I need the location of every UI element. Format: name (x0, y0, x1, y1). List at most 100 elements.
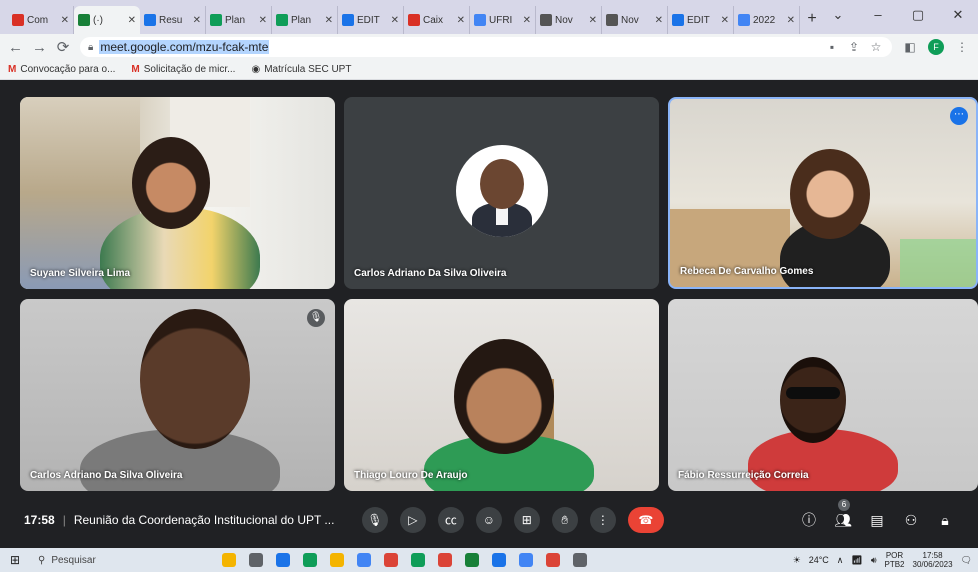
tab-close-icon[interactable]: ✕ (391, 15, 399, 26)
taskbar-app-icon[interactable] (303, 553, 317, 567)
browser-tab[interactable]: Plan ✕ (272, 6, 338, 34)
tab-close-icon[interactable]: ✕ (259, 15, 267, 26)
browser-tab[interactable]: Caix ✕ (404, 6, 470, 34)
taskbar-app-icon[interactable] (492, 553, 506, 567)
forward-arrow-icon[interactable]: → (32, 39, 47, 56)
taskbar-app-icon[interactable] (222, 553, 236, 567)
tab-close-icon[interactable]: ✕ (128, 15, 136, 26)
browser-tab[interactable]: (·) ✕ (74, 6, 140, 34)
maximize-button[interactable]: ▢ (898, 0, 938, 30)
microphone-button[interactable]: 🎙︎ (361, 507, 388, 533)
tab-close-icon[interactable]: ✕ (589, 15, 597, 26)
participant-avatar (456, 145, 548, 237)
taskbar-search[interactable]: ⚲ Pesquisar (32, 550, 182, 570)
windows-taskbar: ⊞ ⚲ Pesquisar ☀ 24°C ∧ 📶︎ 🔊︎ POR PTB2 17… (0, 548, 978, 572)
taskbar-app-icon[interactable] (546, 553, 560, 567)
tab-close-icon[interactable]: ✕ (61, 15, 69, 26)
taskbar-app-icon[interactable] (465, 553, 479, 567)
taskbar-clock[interactable]: 17:58 30/06/2023 (913, 551, 953, 569)
more-options-icon[interactable]: ⋯ (950, 107, 968, 125)
tab-close-icon[interactable]: ✕ (325, 15, 333, 26)
camera-indicator-icon[interactable]: ▪ (824, 40, 840, 54)
participant-tile[interactable]: Thiago Louro De Araujo (344, 299, 659, 491)
mic-muted-icon: 🎙︎ (307, 309, 325, 327)
meeting-info-icon[interactable]: ⓘ (800, 510, 818, 530)
emoji-button[interactable]: ☺ (475, 507, 502, 533)
back-arrow-icon[interactable]: ← (8, 39, 23, 56)
host-controls-icon[interactable]: 🔒︎ (936, 512, 954, 529)
side-panel-controls: ⓘ 👥︎ 6 ▤ ⚇ 🔒︎ (800, 498, 954, 530)
browser-tab[interactable]: EDIT ✕ (668, 6, 734, 34)
participant-tile[interactable]: Carlos Adriano Da Silva Oliveira (344, 97, 659, 289)
bookmark-star-icon[interactable]: ☆ (868, 40, 884, 54)
tray-overflow-icon[interactable]: ∧ (837, 555, 844, 566)
tab-label: Nov (555, 14, 573, 26)
language-indicator[interactable]: POR PTB2 (885, 551, 905, 569)
browser-tab[interactable]: Nov ✕ (536, 6, 602, 34)
weather-temp[interactable]: 24°C (809, 555, 829, 565)
bookmark-item[interactable]: ◉ Matrícula SEC UPT (251, 64, 351, 75)
leave-call-button[interactable]: ☎︎ (627, 507, 664, 533)
participant-tile[interactable]: Suyane Silveira Lima (20, 97, 335, 289)
reload-icon[interactable]: ⟳ (56, 38, 70, 56)
people-icon[interactable]: 👥︎ 6 (834, 498, 852, 529)
participant-tile[interactable]: Fábio Ressurreição Correia (668, 299, 978, 491)
notifications-icon[interactable]: 🗨︎ (961, 555, 972, 566)
close-window-button[interactable]: ✕ (938, 0, 978, 30)
present-button[interactable]: ⊞ (513, 507, 540, 533)
weather-icon[interactable]: ☀ (793, 555, 801, 566)
captions-button[interactable]: ㏄ (437, 507, 464, 533)
participant-tile[interactable]: ⋯ Rebeca De Carvalho Gomes (668, 97, 978, 289)
minimize-button[interactable]: – (858, 0, 898, 30)
network-icon[interactable]: 📶︎ (851, 555, 862, 566)
address-bar[interactable]: 🔒︎ meet.google.com/mzu-fcak-mte ▪ ⇪ ☆ (80, 37, 892, 57)
bookmark-label: Solicitação de micr... (143, 64, 236, 75)
sunglasses (786, 387, 840, 399)
tab-close-icon[interactable]: ✕ (787, 15, 795, 26)
browser-tab[interactable]: Resu ✕ (140, 6, 206, 34)
browser-tab[interactable]: Com ✕ (8, 6, 74, 34)
tab-label: Plan (225, 14, 246, 26)
chat-icon[interactable]: ▤ (868, 512, 886, 529)
tab-search-button[interactable]: ⌄ (818, 0, 858, 30)
taskbar-app-icon[interactable] (438, 553, 452, 567)
url-text[interactable]: meet.google.com/mzu-fcak-mte (99, 40, 270, 54)
sidebar-icon[interactable]: ◧ (902, 40, 918, 54)
participant-tile[interactable]: 🎙︎ Carlos Adriano Da Silva Oliveira (20, 299, 335, 491)
browser-tab[interactable]: UFRI ✕ (470, 6, 536, 34)
participant-head (132, 137, 210, 229)
windows-start-icon[interactable]: ⊞ (10, 553, 32, 567)
raise-hand-button[interactable]: ✋︎ (551, 507, 578, 533)
bookmark-label: Matrícula SEC UPT (264, 64, 352, 75)
tab-close-icon[interactable]: ✕ (721, 15, 729, 26)
share-icon[interactable]: ⇪ (846, 40, 862, 54)
menu-kebab-icon[interactable]: ⋮ (954, 40, 970, 54)
browser-tab[interactable]: EDIT ✕ (338, 6, 404, 34)
tab-close-icon[interactable]: ✕ (457, 15, 465, 26)
volume-icon[interactable]: 🔊︎ (871, 555, 877, 566)
camera-button[interactable]: ▷ (399, 507, 426, 533)
taskbar-app-icon[interactable] (573, 553, 587, 567)
taskbar-app-icon[interactable] (357, 553, 371, 567)
taskbar-app-icon[interactable] (276, 553, 290, 567)
taskbar-app-icon[interactable] (384, 553, 398, 567)
tab-list: Com ✕ (·) ✕ Resu ✕ Plan ✕ Plan ✕ EDIT ✕ Caix ✕ UFRI ✕ No… (8, 6, 800, 34)
gmail-icon: M (8, 64, 17, 75)
browser-tab[interactable]: Nov ✕ (602, 6, 668, 34)
tab-close-icon[interactable]: ✕ (193, 15, 201, 26)
tab-favicon-icon (606, 14, 618, 26)
taskbar-app-icon[interactable] (519, 553, 533, 567)
bookmark-item[interactable]: M Convocação para o... (8, 64, 115, 75)
taskbar-app-icon[interactable] (249, 553, 263, 567)
tab-label: Resu (159, 14, 183, 26)
profile-avatar[interactable]: F (928, 39, 944, 55)
browser-tab[interactable]: Plan ✕ (206, 6, 272, 34)
activities-icon[interactable]: ⚇ (902, 512, 920, 529)
bookmark-item[interactable]: M Solicitação de micr... (131, 64, 235, 75)
taskbar-app-icon[interactable] (330, 553, 344, 567)
tab-close-icon[interactable]: ✕ (523, 15, 531, 26)
tab-close-icon[interactable]: ✕ (655, 15, 663, 26)
more-options-button[interactable]: ⋮ (589, 507, 616, 533)
browser-tab[interactable]: 2022 ✕ (734, 6, 800, 34)
taskbar-app-icon[interactable] (411, 553, 425, 567)
